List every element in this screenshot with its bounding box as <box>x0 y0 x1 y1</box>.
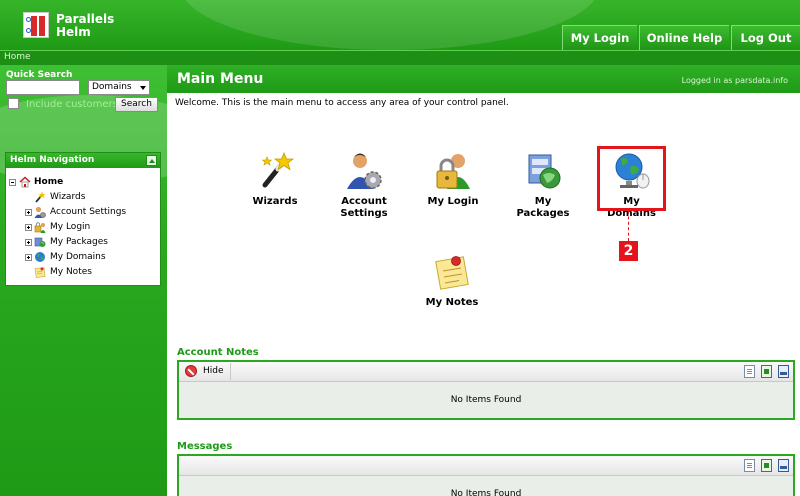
globe-icon <box>35 252 45 262</box>
top-nav: My Login Online Help Log Out <box>560 25 800 50</box>
menu-item-label: Wizards <box>252 196 298 207</box>
sidebar: Quick Search Domains Include customers. … <box>0 65 220 496</box>
header-decoration <box>180 0 600 50</box>
notes-icon <box>435 256 469 290</box>
helm-navigation-header: Helm Navigation <box>6 153 160 168</box>
wizard-wand-icon <box>261 151 295 188</box>
top-nav-log-out[interactable]: Log Out <box>731 25 800 50</box>
collapse-tree-icon[interactable] <box>9 179 16 186</box>
top-nav-online-help[interactable]: Online Help <box>639 25 729 50</box>
account-settings-icon <box>34 206 46 218</box>
messages-empty: No Items Found <box>179 476 793 496</box>
brand-name: Parallels Helm <box>56 13 114 39</box>
export-icons <box>744 365 789 378</box>
sidebar-item-label: My Notes <box>50 267 92 277</box>
menu-item-label-line-2: Settings <box>340 208 388 219</box>
top-nav-my-login[interactable]: My Login <box>562 25 637 50</box>
helm-navigation-title: Helm Navigation <box>10 155 95 165</box>
sidebar-item-label: My Domains <box>50 252 106 262</box>
account-notes-empty: No Items Found <box>179 382 793 418</box>
hide-button-label: Hide <box>203 366 224 376</box>
include-customers-checkbox[interactable] <box>8 98 19 109</box>
messages-toolbar <box>179 456 793 476</box>
welcome-message: Welcome. This is the main menu to access… <box>175 98 509 108</box>
menu-item-my-packages[interactable]: My Packages <box>508 151 578 219</box>
lock-user-icon <box>34 222 46 233</box>
collapse-icon[interactable] <box>146 155 157 166</box>
search-scope-value: Domains <box>92 82 132 92</box>
messages-title: Messages <box>177 441 233 452</box>
brand-line-2: Helm <box>56 25 91 39</box>
menu-item-my-login[interactable]: My Login <box>423 151 483 211</box>
export-excel-icon[interactable] <box>761 459 772 472</box>
notes-icon <box>34 267 46 278</box>
sidebar-item-label: My Packages <box>50 237 108 247</box>
page-title: Main Menu <box>177 71 264 87</box>
expand-tree-icon[interactable] <box>25 239 32 246</box>
print-icon[interactable] <box>778 459 789 472</box>
print-icon[interactable] <box>778 365 789 378</box>
account-settings-icon <box>347 153 382 189</box>
packages-icon <box>34 237 46 247</box>
main-header: Main Menu Logged in as parsdata.info <box>167 65 800 93</box>
search-scope-select[interactable]: Domains <box>88 80 150 95</box>
search-button[interactable]: Search <box>115 97 158 112</box>
parallels-logo-icon <box>23 12 49 38</box>
include-customers-label: Include customers. <box>26 99 122 110</box>
sidebar-item-label: My Login <box>50 222 91 232</box>
hide-button[interactable]: Hide <box>181 363 231 380</box>
export-text-icon[interactable] <box>744 459 755 472</box>
export-excel-icon[interactable] <box>761 365 772 378</box>
sidebar-item-label: Wizards <box>50 192 86 202</box>
menu-item-label: My Login <box>427 196 479 207</box>
menu-item-label: My Packages <box>516 196 570 219</box>
menu-item-my-notes[interactable]: My Notes <box>420 252 484 312</box>
packages-icon <box>528 154 561 189</box>
export-icons <box>744 459 789 472</box>
messages-panel: No Items Found <box>177 454 795 496</box>
logged-in-status: Logged in as parsdata.info <box>681 76 788 85</box>
menu-item-label: Account Settings <box>334 196 394 220</box>
account-notes-title: Account Notes <box>177 347 259 358</box>
breadcrumb-home[interactable]: Home <box>4 52 31 62</box>
step-badge: 2 <box>619 241 638 261</box>
expand-tree-icon[interactable] <box>25 254 32 261</box>
wizard-wand-icon <box>35 191 46 203</box>
no-entry-icon <box>185 365 197 377</box>
chevron-down-icon <box>140 86 146 90</box>
sidebar-item-label: Account Settings <box>50 207 127 217</box>
quick-search-title: Quick Search <box>6 70 73 80</box>
home-icon <box>19 176 31 188</box>
menu-item-account-settings[interactable]: Account Settings <box>334 151 394 221</box>
helm-navigation-panel: Helm Navigation Home Wizards Account Set… <box>5 152 161 286</box>
account-notes-panel: Hide No Items Found <box>177 360 795 420</box>
menu-item-label-line-1: Account <box>341 196 387 207</box>
breadcrumb: Home <box>0 50 800 65</box>
app-header: Parallels Helm My Login Online Help Log … <box>0 0 800 50</box>
annotation-leader-line <box>628 211 629 241</box>
sidebar-item-label: Home <box>34 177 64 187</box>
account-notes-toolbar: Hide <box>179 362 793 382</box>
expand-tree-icon[interactable] <box>25 224 32 231</box>
quick-search-input[interactable] <box>6 80 80 95</box>
expand-tree-icon[interactable] <box>25 209 32 216</box>
menu-item-wizards[interactable]: Wizards <box>245 151 305 211</box>
menu-item-label: My Notes <box>425 297 479 308</box>
highlight-box <box>597 146 666 211</box>
lock-user-icon <box>436 154 470 189</box>
export-text-icon[interactable] <box>744 365 755 378</box>
